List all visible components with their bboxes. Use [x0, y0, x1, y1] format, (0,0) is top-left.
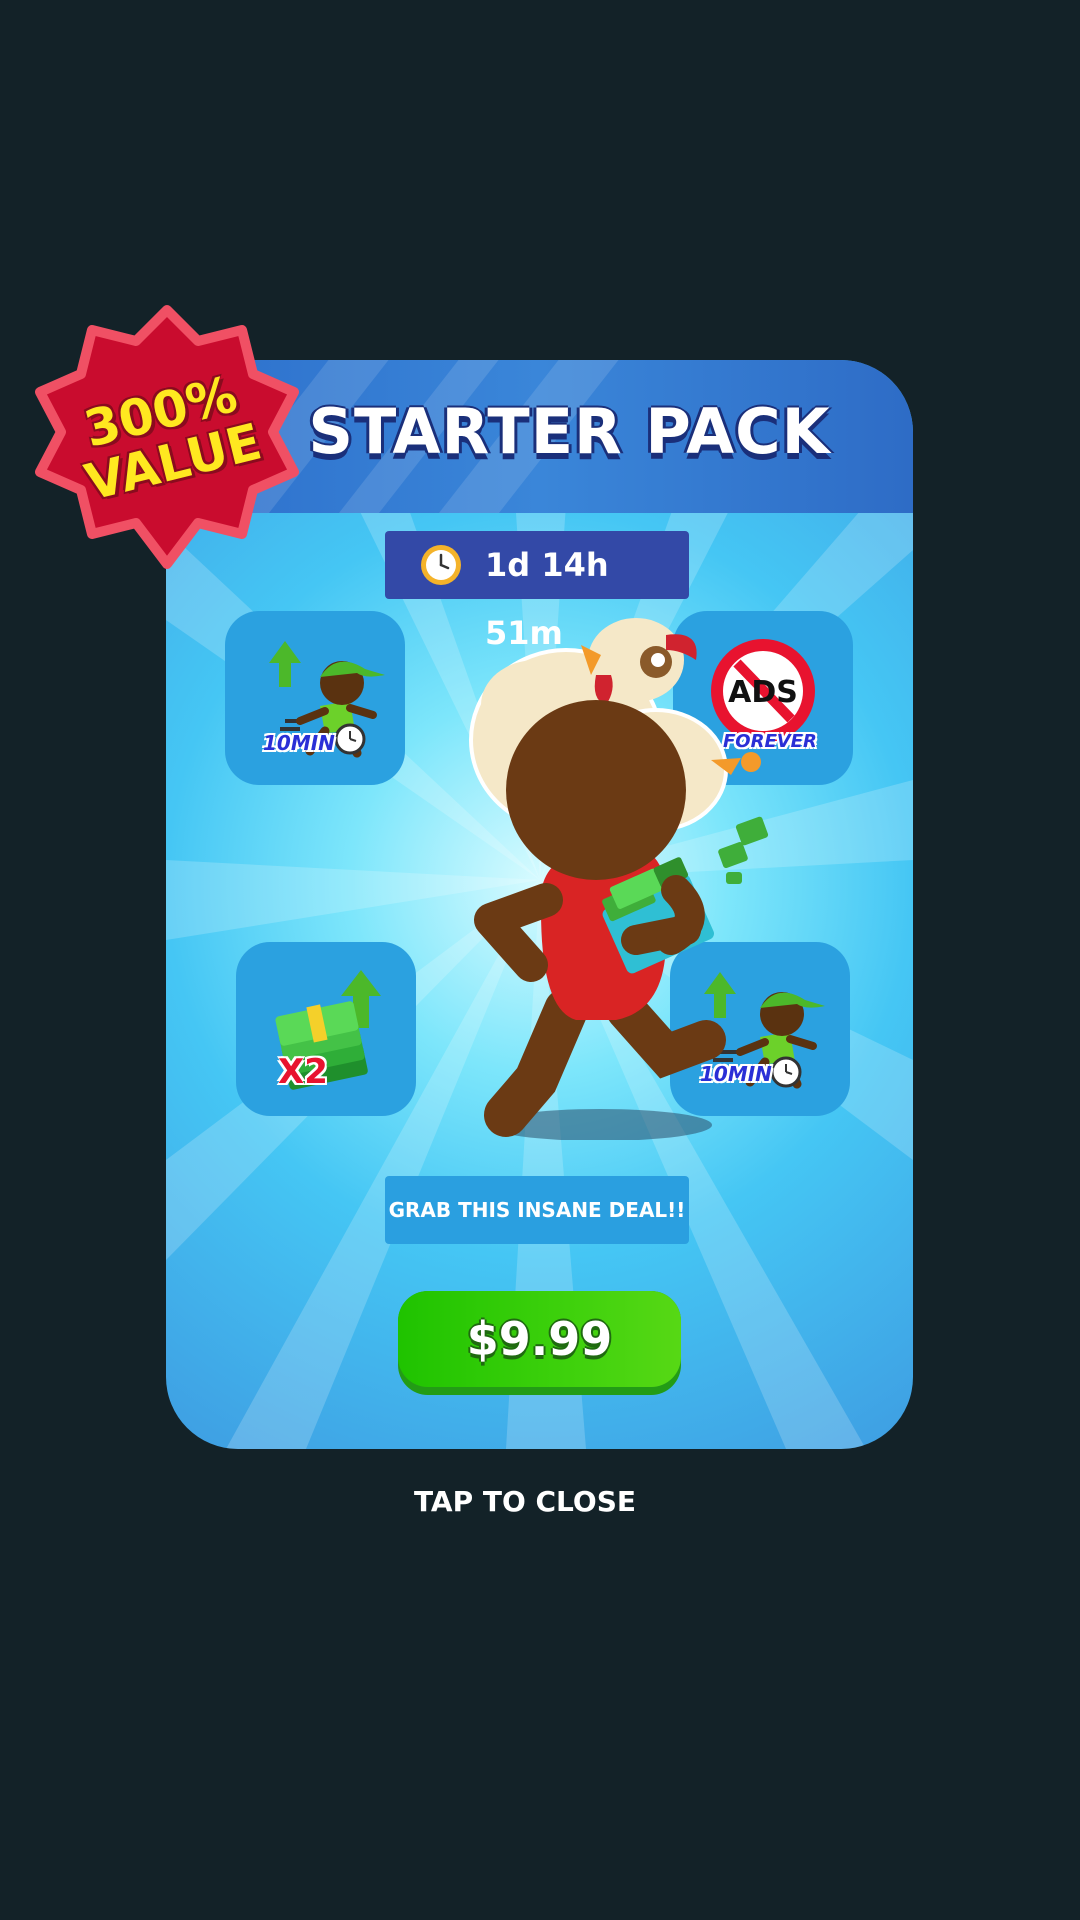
reward-label: 10MIN — [263, 731, 335, 755]
clock-icon — [421, 545, 461, 585]
reward-label: X2 — [278, 1052, 328, 1092]
offer-screen[interactable]: STARTER PACK 1d 14h 51m 10MIN ADS FOREVE… — [0, 0, 1080, 1920]
deal-label: GRAB THIS INSANE DEAL!! — [385, 1176, 689, 1244]
price-label: $9.99 — [398, 1291, 681, 1387]
purchase-button[interactable]: $9.99 — [398, 1291, 681, 1395]
tap-to-close[interactable]: TAP TO CLOSE — [0, 1485, 1050, 1518]
running-character-illustration — [469, 618, 769, 1140]
value-badge: 300% VALUE — [32, 302, 302, 572]
offer-timer: 1d 14h 51m — [385, 531, 689, 652]
